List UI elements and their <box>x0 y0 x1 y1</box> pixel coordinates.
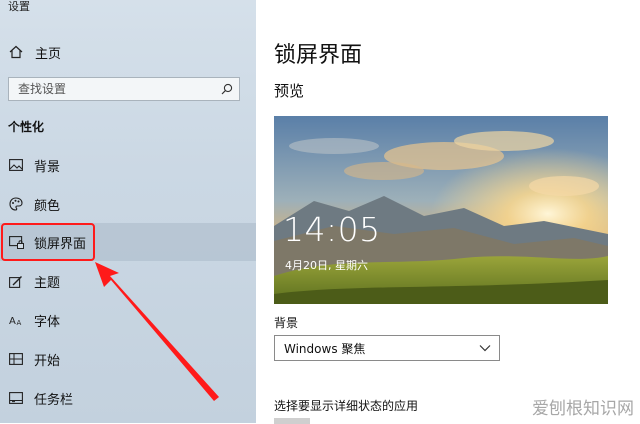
nav-home[interactable]: 主页 <box>0 38 256 66</box>
sidebar-item-taskbar[interactable]: 任务栏 <box>0 379 256 417</box>
sidebar-item-label: 主题 <box>34 275 61 291</box>
preview-heading: 预览 <box>274 82 305 100</box>
sidebar-item-background[interactable]: 背景 <box>0 146 256 184</box>
sidebar-item-label: 背景 <box>34 159 61 175</box>
sidebar-item-label: 字体 <box>34 314 61 330</box>
taskbar-icon <box>8 390 24 406</box>
search-icon[interactable] <box>215 83 239 95</box>
detailed-status-app-slot[interactable] <box>274 418 310 424</box>
image-icon <box>8 157 24 173</box>
section-heading: 个性化 <box>8 120 45 134</box>
sidebar: 设置 主页 个性化 背景 颜色 锁屏界面 主题 <box>0 0 256 423</box>
sidebar-item-label: 开始 <box>34 353 61 369</box>
sidebar-item-lock-screen[interactable]: 锁屏界面 <box>0 223 256 261</box>
window-title: 设置 <box>8 0 30 13</box>
nav-home-label: 主页 <box>35 46 62 62</box>
lock-screen-icon <box>8 234 24 250</box>
watermark-text: 爱刨根知识网 <box>532 399 634 419</box>
home-icon <box>9 45 23 59</box>
search-box[interactable] <box>8 77 240 101</box>
sidebar-item-label: 锁屏界面 <box>34 236 87 252</box>
background-dropdown-value: Windows 聚焦 <box>284 341 366 356</box>
svg-text:A: A <box>9 316 16 326</box>
sidebar-item-label: 任务栏 <box>34 392 74 408</box>
search-input[interactable] <box>9 81 215 97</box>
sidebar-item-fonts[interactable]: AA 字体 <box>0 301 256 339</box>
theme-brush-icon <box>8 273 24 289</box>
page-title: 锁屏界面 <box>274 43 363 68</box>
svg-text:A: A <box>17 319 22 326</box>
chevron-down-icon <box>479 344 499 352</box>
sidebar-item-label: 颜色 <box>34 198 61 214</box>
detailed-status-label: 选择要显示详细状态的应用 <box>274 399 419 413</box>
start-grid-icon <box>8 351 24 367</box>
palette-icon <box>8 196 24 212</box>
preview-date: 4月20日, 星期六 <box>285 259 368 272</box>
sidebar-item-start[interactable]: 开始 <box>0 340 256 378</box>
font-icon: AA <box>8 312 24 328</box>
sidebar-item-themes[interactable]: 主题 <box>0 262 256 300</box>
background-dropdown[interactable]: Windows 聚焦 <box>274 335 500 361</box>
preview-clock: 14:05 <box>283 210 381 249</box>
background-setting-label: 背景 <box>274 316 299 330</box>
sidebar-item-colors[interactable]: 颜色 <box>0 185 256 223</box>
